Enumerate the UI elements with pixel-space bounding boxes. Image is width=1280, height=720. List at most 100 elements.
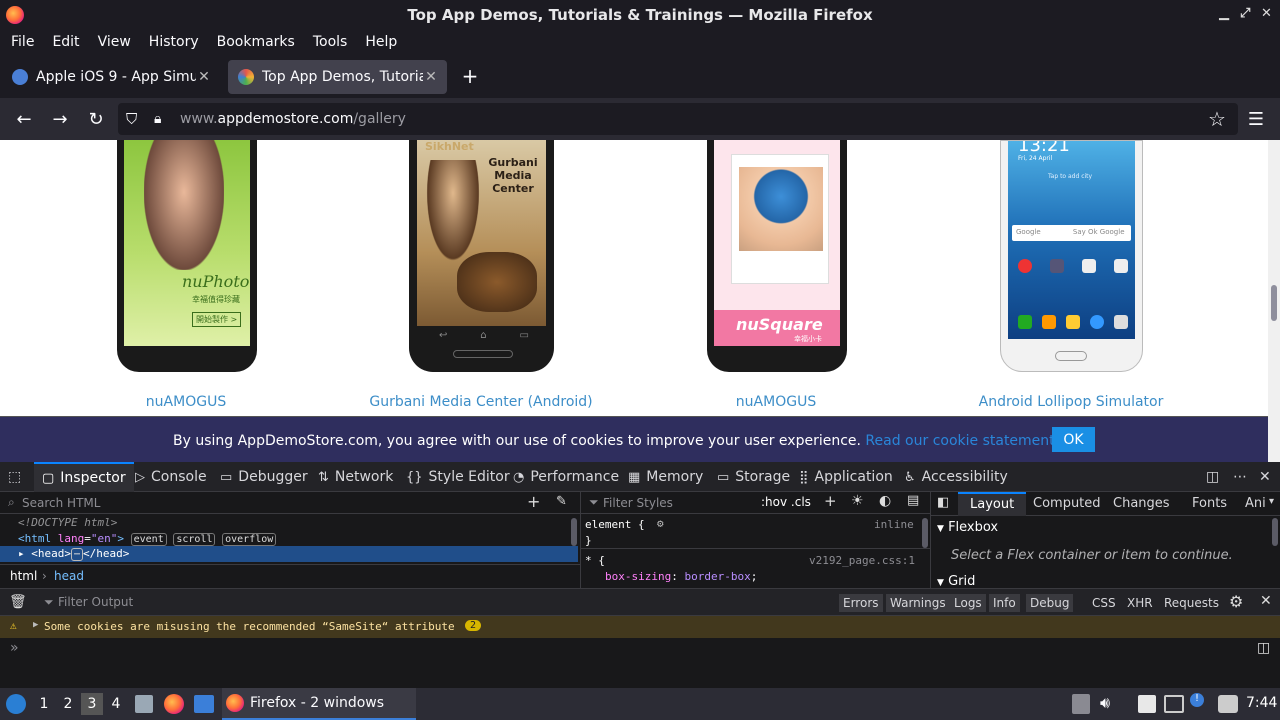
close-window-icon[interactable]: ✕ bbox=[1261, 6, 1272, 21]
taskbar-window-firefox[interactable]: Firefox - 2 windows bbox=[222, 688, 416, 720]
overflow-badge[interactable]: overflow bbox=[222, 533, 277, 546]
close-tab-icon[interactable]: ✕ bbox=[423, 69, 439, 85]
menu-help[interactable]: Help bbox=[356, 34, 406, 50]
console-warning-message[interactable]: ⚠ ▶ Some cookies are misusing the recomm… bbox=[0, 616, 1280, 638]
filter-errors-button[interactable]: Errors bbox=[839, 594, 883, 612]
doctype-node[interactable]: <!DOCTYPE html> bbox=[18, 516, 117, 529]
event-badge[interactable]: event bbox=[130, 533, 167, 546]
app-link-3[interactable]: nuAMOGUS bbox=[626, 394, 926, 410]
trash-icon[interactable]: 🗑︎ bbox=[9, 594, 27, 610]
tab-top-app-demos[interactable]: Top App Demos, Tutorials & Trainings ✕ bbox=[228, 60, 447, 94]
url-bar[interactable]: ⛉ 🔒︎ www.appdemostore.com/gallery bbox=[118, 103, 1238, 135]
scrollbar-thumb[interactable] bbox=[1271, 285, 1277, 321]
filter-warnings-button[interactable]: Warnings bbox=[886, 594, 950, 612]
breadcrumb-html[interactable]: html bbox=[10, 569, 37, 583]
filter-xhr-button[interactable]: XHR bbox=[1123, 594, 1157, 612]
hov-cls-toggle[interactable]: :hov .cls bbox=[761, 495, 811, 509]
network-tray-icon[interactable] bbox=[1218, 695, 1238, 713]
tab-computed[interactable]: Computed bbox=[1033, 496, 1101, 511]
reload-icon[interactable]: ↻ bbox=[83, 106, 109, 132]
tab-animations[interactable]: Ani bbox=[1245, 496, 1266, 511]
light-mode-icon[interactable]: ☀ bbox=[851, 493, 864, 509]
tab-apple-ios[interactable]: Apple iOS 9 - App Simulator ✕ bbox=[2, 60, 220, 94]
app-screenshot-3[interactable]: nuSquare 幸福小卡 bbox=[707, 140, 847, 372]
cookie-statement-link[interactable]: Read our cookie statement. bbox=[865, 433, 1059, 449]
start-menu-icon[interactable] bbox=[6, 694, 26, 714]
breadcrumb-head[interactable]: head bbox=[54, 569, 84, 583]
workspace-3[interactable]: 3 bbox=[81, 693, 103, 715]
markup-scrollbar[interactable] bbox=[571, 518, 577, 546]
tab-accessibility[interactable]: ♿︎ Accessibility bbox=[904, 462, 1008, 492]
flexbox-header[interactable]: ▼ Flexbox bbox=[937, 520, 998, 535]
bookmark-star-icon[interactable]: ☆ bbox=[1204, 106, 1230, 132]
menu-edit[interactable]: Edit bbox=[43, 34, 88, 50]
close-devtools-icon[interactable]: ✕ bbox=[1259, 462, 1271, 492]
volume-icon[interactable]: 🔊︎ bbox=[1100, 693, 1110, 713]
menu-bookmarks[interactable]: Bookmarks bbox=[208, 34, 304, 50]
tab-changes[interactable]: Changes bbox=[1113, 496, 1170, 511]
workspace-4[interactable]: 4 bbox=[105, 693, 127, 715]
rule-source-link[interactable]: v2192_page.css:1 bbox=[809, 554, 915, 567]
menu-history[interactable]: History bbox=[140, 34, 208, 50]
app-screenshot-1[interactable]: nuPhoto 幸福值得珍藏 開始製作 > bbox=[117, 140, 257, 372]
filter-logs-button[interactable]: Logs bbox=[950, 594, 986, 612]
tab-console[interactable]: ▷ Console bbox=[135, 462, 207, 492]
search-html-input[interactable]: Search HTML bbox=[22, 496, 100, 510]
menu-tools[interactable]: Tools bbox=[304, 34, 357, 50]
filter-output-input[interactable]: Filter Output bbox=[58, 595, 133, 609]
add-rule-icon[interactable]: + bbox=[824, 492, 837, 510]
editor-mode-icon[interactable]: ◫ bbox=[1257, 640, 1270, 656]
filter-requests-button[interactable]: Requests bbox=[1160, 594, 1223, 612]
app-screenshot-2[interactable]: SikhNet Gurbani Media Center ↩ ⌂ ▭ bbox=[409, 140, 554, 372]
eyedropper-icon[interactable]: ✎ bbox=[556, 494, 567, 509]
firefox-launcher-icon[interactable] bbox=[164, 694, 184, 714]
filter-debug-button[interactable]: Debug bbox=[1026, 594, 1074, 612]
css-declaration[interactable]: box-sizing: border-box; bbox=[605, 570, 757, 583]
element-picker-icon[interactable]: ⬚ bbox=[8, 462, 21, 492]
console-input[interactable]: » ◫ bbox=[0, 638, 1280, 688]
new-tab-button[interactable]: + bbox=[459, 64, 481, 90]
head-node-selected[interactable]: ▸ <head> ⋯ </head> bbox=[0, 546, 578, 562]
tab-debugger[interactable]: ▭ Debugger bbox=[220, 462, 308, 492]
console-settings-gear-icon[interactable]: ⚙ bbox=[1229, 592, 1243, 611]
tab-storage[interactable]: ▭ Storage bbox=[717, 462, 790, 492]
app-link-1[interactable]: nuAMOGUS bbox=[36, 394, 336, 410]
workspace-1[interactable]: 1 bbox=[33, 693, 55, 715]
rules-scrollbar[interactable] bbox=[922, 518, 928, 548]
tab-layout[interactable]: Layout bbox=[958, 492, 1027, 516]
clipboard-icon[interactable] bbox=[1072, 694, 1090, 714]
tab-style-editor[interactable]: {} Style Editor bbox=[406, 462, 510, 492]
tab-inspector[interactable]: ▢ Inspector bbox=[34, 462, 134, 492]
add-node-icon[interactable]: + bbox=[527, 492, 540, 511]
lock-icon[interactable]: 🔒︎ bbox=[154, 111, 161, 127]
dock-side-icon[interactable]: ◫ bbox=[1206, 462, 1219, 492]
hamburger-menu-icon[interactable]: ☰ bbox=[1243, 106, 1269, 132]
desktop-icon[interactable] bbox=[194, 695, 214, 713]
collapsed-badge[interactable]: ⋯ bbox=[71, 548, 84, 561]
expand-arrow-icon[interactable]: ▶ bbox=[33, 620, 38, 630]
more-options-icon[interactable]: ⋯ bbox=[1233, 462, 1247, 492]
update-notification-icon[interactable]: ! bbox=[1190, 693, 1204, 707]
layout-scrollbar[interactable] bbox=[1272, 518, 1278, 546]
filter-css-button[interactable]: CSS bbox=[1088, 594, 1120, 612]
tabs-overflow-icon[interactable]: ▾ bbox=[1269, 496, 1274, 507]
tab-performance[interactable]: ◔ Performance bbox=[513, 462, 619, 492]
notes-icon[interactable] bbox=[1138, 695, 1156, 713]
universal-rule[interactable]: * { bbox=[585, 554, 605, 567]
cookie-ok-button[interactable]: OK bbox=[1052, 427, 1095, 452]
clock[interactable]: 7:44 bbox=[1246, 695, 1277, 711]
workspace-2[interactable]: 2 bbox=[57, 693, 79, 715]
tab-memory[interactable]: ▦ Memory bbox=[628, 462, 703, 492]
toggle-sidebar-icon[interactable]: ◧ bbox=[937, 495, 949, 510]
app-link-4[interactable]: Android Lollipop Simulator bbox=[921, 394, 1221, 410]
back-icon[interactable]: ← bbox=[11, 106, 37, 132]
tab-fonts[interactable]: Fonts bbox=[1192, 496, 1227, 511]
tab-application[interactable]: ⣿ Application bbox=[799, 462, 893, 492]
menu-view[interactable]: View bbox=[89, 34, 140, 50]
minimize-icon[interactable]: ▁ bbox=[1219, 6, 1229, 21]
shield-icon[interactable]: ⛉ bbox=[126, 110, 137, 128]
filter-info-button[interactable]: Info bbox=[989, 594, 1020, 612]
forward-icon[interactable]: → bbox=[47, 106, 73, 132]
file-manager-icon[interactable] bbox=[135, 695, 153, 713]
grid-header[interactable]: ▼ Grid bbox=[937, 574, 975, 589]
